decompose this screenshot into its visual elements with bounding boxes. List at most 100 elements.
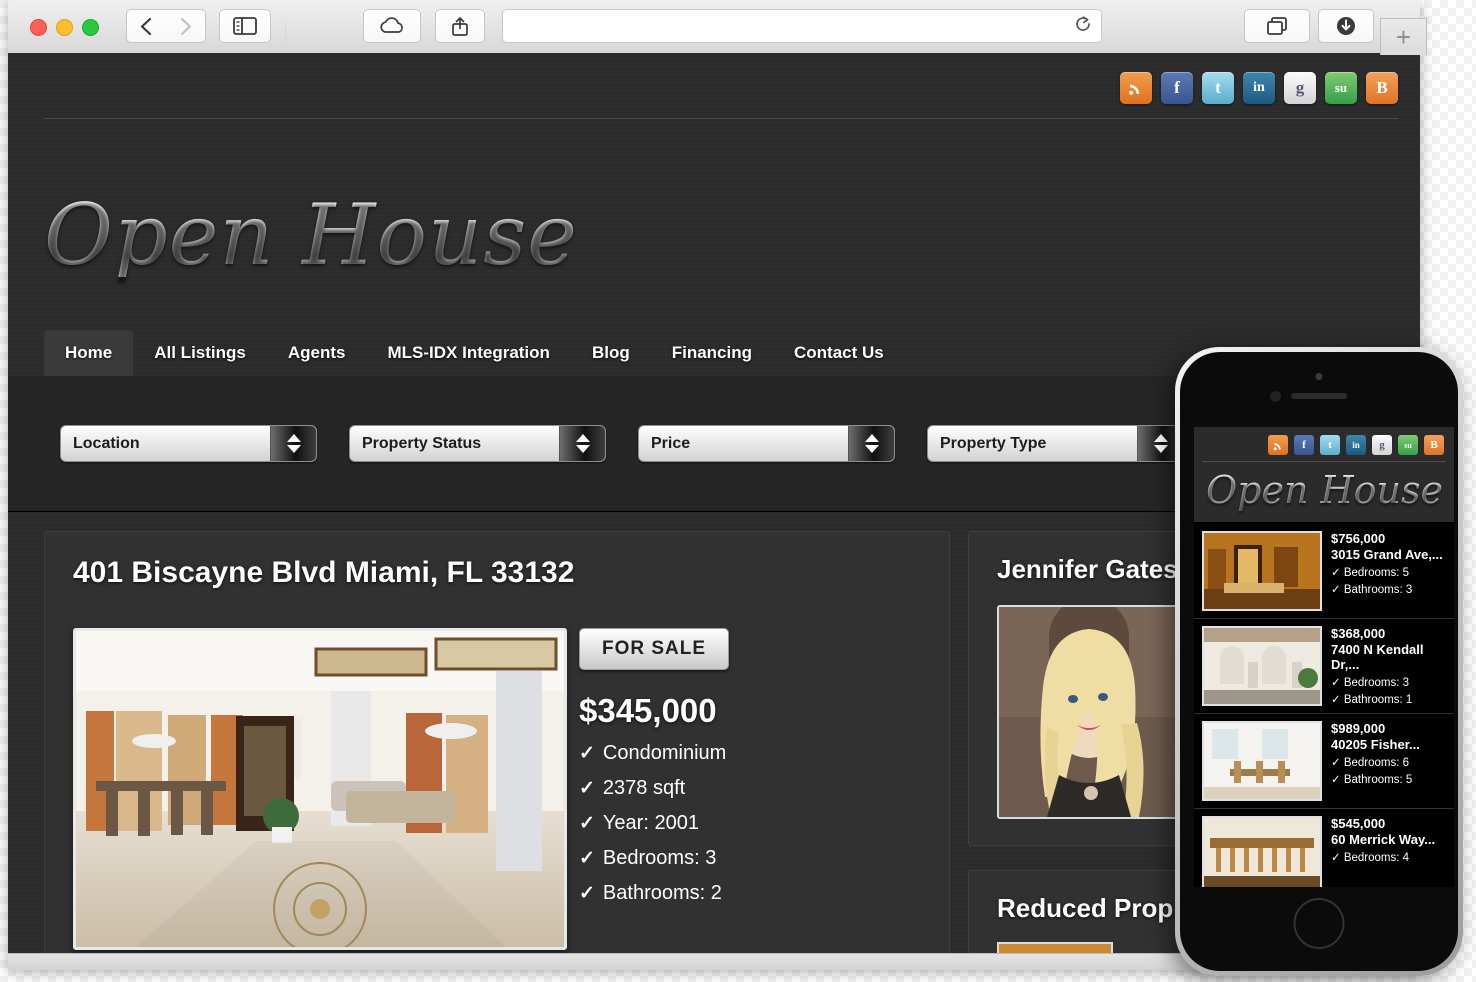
featured-property-photo[interactable] [73,628,567,950]
icloud-tabs-button[interactable] [363,9,421,43]
check-icon: ✓ [1331,694,1341,706]
new-tab-button[interactable]: + [1380,18,1427,55]
feature-item: ✓ Bathrooms: 2 [579,882,919,905]
close-window-button[interactable] [30,19,47,36]
list-item[interactable]: $545,000 60 Merrick Way... ✓ Bedrooms: 4 [1194,809,1454,887]
listing-bathrooms: ✓ Bathrooms: 3 [1331,582,1443,596]
nav-item-blog[interactable]: Blog [571,330,651,376]
toolbar-divider [285,21,286,51]
listing-address: 60 Merrick Way... [1331,832,1436,847]
location-select[interactable]: Location [60,425,317,462]
browser-toolbar [8,0,1420,54]
google-icon[interactable]: g [1372,435,1392,455]
listing-address: 40205 Fisher... [1331,737,1420,752]
listing-thumbnail [1202,816,1322,887]
stumbleupon-icon[interactable]: su [1325,72,1357,104]
chevron-updown-icon[interactable] [270,426,316,461]
rss-icon[interactable] [1120,72,1152,104]
listing-thumbnail [1202,626,1322,706]
listing-bedrooms-label: Bedrooms: 6 [1343,757,1410,769]
mobile-listing-list: $756,000 3015 Grand Ave,... ✓ Bedrooms: … [1194,522,1454,887]
check-icon: ✓ [579,778,595,799]
check-icon: ✓ [579,848,595,869]
sidebar-button[interactable] [219,9,271,43]
chevron-updown-icon[interactable] [559,426,605,461]
front-camera-icon [1315,373,1323,380]
listing-bathrooms-label: Bathrooms: 5 [1343,774,1413,786]
twitter-icon[interactable]: t [1320,435,1340,455]
facebook-icon[interactable]: f [1161,72,1193,104]
listing-bedrooms: ✓ Bedrooms: 4 [1331,850,1435,864]
facebook-icon[interactable]: f [1294,435,1314,455]
chevron-updown-icon[interactable] [848,426,894,461]
window-controls [30,19,99,36]
google-icon[interactable]: g [1284,72,1316,104]
check-icon: ✓ [1331,757,1341,769]
nav-item-mls-idx-integration[interactable]: MLS-IDX Integration [366,330,570,376]
feature-item: ✓ Year: 2001 [579,812,919,835]
twitter-icon[interactable]: t [1202,72,1234,104]
list-item[interactable]: $756,000 3015 Grand Ave,... ✓ Bedrooms: … [1194,524,1454,619]
blogger-icon[interactable]: B [1366,72,1398,104]
minimize-window-button[interactable] [56,19,73,36]
listing-info: $989,000 40205 Fisher... ✓ Bedrooms: 6 ✓… [1331,721,1420,786]
nav-item-financing[interactable]: Financing [651,330,773,376]
price-select[interactable]: Price [638,425,895,462]
share-button[interactable] [435,9,485,43]
rss-icon[interactable] [1268,435,1288,455]
listing-info: $756,000 3015 Grand Ave,... ✓ Bedrooms: … [1331,531,1443,596]
nav-item-agents[interactable]: Agents [267,330,367,376]
list-item[interactable]: $368,000 7400 N Kendall Dr,... ✓ Bedroom… [1194,619,1454,714]
site-logo[interactable]: Open House [44,193,578,277]
blogger-icon[interactable]: B [1424,435,1444,455]
filter-selects: Location Property Status Price Property … [60,425,1184,462]
linkedin-icon[interactable]: in [1243,72,1275,104]
property-status-select-label: Property Status [362,434,482,452]
listing-price: $368,000 [1331,626,1386,641]
listing-address: 7400 N Kendall Dr,... [1331,642,1424,672]
price-select-label: Price [651,434,691,452]
iphone-body: f t in g su B Open House $756,000 3015 G… [1180,352,1458,971]
list-item[interactable]: $989,000 40205 Fisher... ✓ Bedrooms: 6 ✓… [1194,714,1454,809]
check-icon: ✓ [579,883,595,904]
navigation-buttons [126,9,286,51]
avatar[interactable] [997,605,1181,819]
feature-label: 2378 sqft [602,777,686,799]
listing-bathrooms: ✓ Bathrooms: 1 [1331,692,1446,706]
nav-list: Home All Listings Agents MLS-IDX Integra… [44,330,905,376]
location-select-label: Location [73,434,140,452]
stumbleupon-icon[interactable]: su [1398,435,1418,455]
home-button[interactable] [1293,898,1345,949]
page-title: 401 Biscayne Blvd Miami, FL 33132 [73,556,575,589]
reload-icon[interactable] [1074,15,1092,38]
listing-price: $756,000 [1331,531,1386,546]
earpiece-speaker-icon [1291,393,1347,399]
back-button[interactable] [127,10,166,42]
mobile-site-logo[interactable]: Open House [1194,462,1454,522]
linkedin-icon[interactable]: in [1346,435,1366,455]
check-icon: ✓ [1331,852,1341,864]
check-icon: ✓ [579,743,595,764]
nav-item-all-listings[interactable]: All Listings [133,330,267,376]
nav-item-home[interactable]: Home [44,330,134,376]
featured-listing-card: 401 Biscayne Blvd Miami, FL 33132 FOR SA… [44,531,950,953]
feature-label: Year: 2001 [602,812,699,834]
show-tabs-button[interactable] [1244,9,1310,43]
forward-button[interactable] [166,10,205,42]
property-type-select-label: Property Type [940,434,1047,452]
nav-item-contact-us[interactable]: Contact Us [773,330,905,376]
address-bar[interactable] [502,9,1102,43]
check-icon: ✓ [1331,677,1341,689]
reduced-property-thumbnail[interactable] [997,942,1113,953]
property-status-select[interactable]: Property Status [349,425,606,462]
downloads-button[interactable] [1318,9,1374,43]
feature-label: Bedrooms: 3 [602,847,717,869]
property-type-select[interactable]: Property Type [927,425,1184,462]
header-divider [44,118,1398,119]
listing-price: $545,000 [1331,816,1386,831]
proximity-sensor-icon [1270,391,1281,402]
maximize-window-button[interactable] [82,19,99,36]
iphone-mockup: f t in g su B Open House $756,000 3015 G… [1175,347,1463,976]
listing-bedrooms-label: Bedrooms: 3 [1343,677,1410,689]
feature-label: Condominium [602,742,727,764]
